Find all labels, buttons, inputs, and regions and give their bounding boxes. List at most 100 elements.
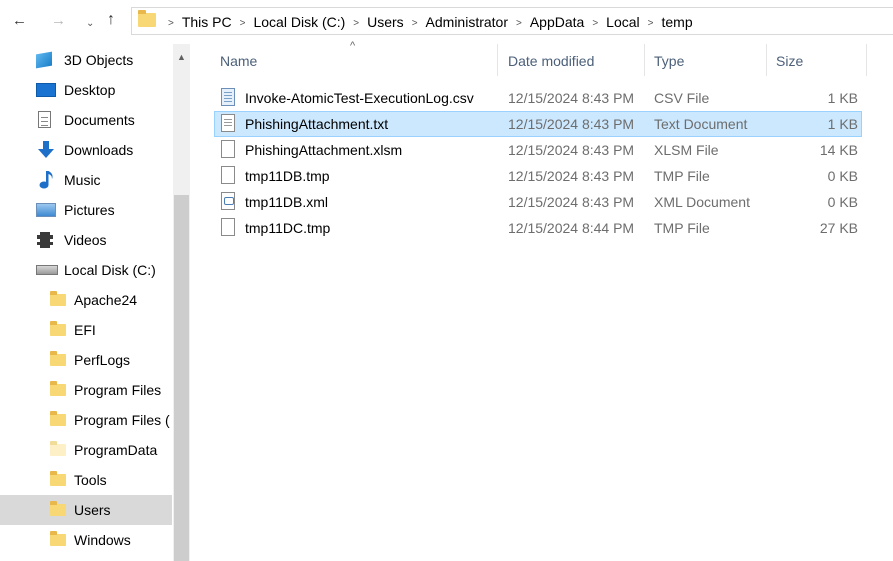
file-row[interactable]: tmp11DB.tmp 12/15/2024 8:43 PM TMP File … — [214, 163, 862, 189]
column-header-type[interactable]: Type — [654, 53, 684, 69]
file-row-selected[interactable]: PhishingAttachment.txt 12/15/2024 8:43 P… — [214, 111, 862, 137]
csv-file-icon — [221, 88, 235, 106]
file-type: TMP File — [654, 168, 710, 184]
nav-item-3d-objects[interactable]: 3D Objects — [0, 45, 172, 75]
file-name: PhishingAttachment.xlsm — [245, 142, 403, 158]
folder-icon — [50, 411, 66, 426]
blank-file-icon — [221, 218, 235, 236]
breadcrumb-this-pc[interactable]: This PC — [182, 13, 232, 31]
nav-item-label: 3D Objects — [64, 52, 134, 68]
sort-ascending-icon: ^ — [350, 40, 356, 52]
column-header-date-modified[interactable]: Date modified — [508, 53, 594, 69]
nav-item-users[interactable]: Users — [0, 495, 172, 525]
nav-item-apache24[interactable]: Apache24 — [0, 285, 172, 315]
breadcrumb-separator-icon[interactable]: > — [240, 15, 246, 33]
breadcrumb-users[interactable]: Users — [367, 13, 404, 31]
breadcrumb-separator-icon[interactable]: > — [412, 15, 418, 33]
file-size: 0 KB — [827, 168, 858, 184]
nav-item-program-files-x86[interactable]: Program Files ( — [0, 405, 172, 435]
folder-icon — [50, 501, 66, 516]
breadcrumb-appdata[interactable]: AppData — [530, 13, 584, 31]
file-row[interactable]: PhishingAttachment.xlsm 12/15/2024 8:43 … — [214, 137, 862, 163]
3d-objects-icon — [36, 51, 52, 69]
file-size: 1 KB — [827, 90, 858, 106]
nav-item-perflogs[interactable]: PerfLogs — [0, 345, 172, 375]
file-date-modified: 12/15/2024 8:43 PM — [508, 194, 635, 210]
folder-icon — [50, 351, 66, 366]
nav-item-label: Tools — [74, 472, 107, 488]
breadcrumb-local-disk[interactable]: Local Disk (C:) — [253, 13, 345, 31]
nav-item-programdata[interactable]: ProgramData — [0, 435, 172, 465]
file-size: 0 KB — [827, 194, 858, 210]
breadcrumb-administrator[interactable]: Administrator — [426, 13, 508, 31]
nav-item-windows[interactable]: Windows — [0, 525, 172, 555]
file-name: tmp11DB.tmp — [245, 168, 330, 184]
column-divider[interactable] — [766, 44, 767, 76]
file-row[interactable]: tmp11DB.xml 12/15/2024 8:43 PM XML Docum… — [214, 189, 862, 215]
nav-item-label: Program Files — [74, 382, 162, 398]
breadcrumb: > This PC > Local Disk (C:) > Users > Administr… — [160, 13, 693, 33]
breadcrumb-local[interactable]: Local — [606, 13, 639, 31]
nav-item-label: Music — [64, 172, 101, 188]
address-bar[interactable]: > This PC > Local Disk (C:) > Users > Administr… — [131, 7, 893, 35]
nav-item-label: Pictures — [64, 202, 115, 218]
folder-icon — [50, 531, 66, 546]
file-type: Text Document — [654, 116, 748, 132]
file-type: XML Document — [654, 194, 750, 210]
file-type: TMP File — [654, 220, 710, 236]
documents-icon — [38, 111, 51, 128]
pictures-icon — [36, 203, 56, 217]
nav-item-desktop[interactable]: Desktop — [0, 75, 172, 105]
nav-item-label: ProgramData — [74, 442, 158, 458]
nav-item-label: Desktop — [64, 82, 116, 98]
nav-item-label: Local Disk (C:) — [64, 262, 156, 278]
forward-arrow-icon[interactable]: → — [51, 12, 66, 30]
scrollbar-thumb[interactable] — [174, 195, 189, 561]
file-type: XLSM File — [654, 142, 719, 158]
nav-item-music[interactable]: Music — [0, 165, 172, 195]
scroll-up-arrow-icon[interactable]: ▲ — [173, 52, 190, 62]
column-header-name[interactable]: Name — [220, 53, 257, 69]
folder-icon — [50, 291, 66, 306]
breadcrumb-separator-icon[interactable]: > — [353, 15, 359, 33]
breadcrumb-temp[interactable]: temp — [661, 13, 692, 31]
nav-item-label: Program Files ( — [74, 412, 170, 428]
file-date-modified: 12/15/2024 8:44 PM — [508, 220, 635, 236]
file-row[interactable]: tmp11DC.tmp 12/15/2024 8:44 PM TMP File … — [214, 215, 862, 241]
nav-item-downloads[interactable]: Downloads — [0, 135, 172, 165]
nav-item-label: Users — [74, 502, 111, 518]
breadcrumb-separator-icon[interactable]: > — [168, 15, 174, 33]
column-divider[interactable] — [644, 44, 645, 76]
folder-icon — [138, 10, 156, 27]
nav-item-local-disk[interactable]: Local Disk (C:) — [0, 255, 172, 285]
file-date-modified: 12/15/2024 8:43 PM — [508, 168, 635, 184]
file-size: 1 KB — [827, 116, 858, 132]
nav-item-pictures[interactable]: Pictures — [0, 195, 172, 225]
nav-pane-scrollbar[interactable]: ▲ — [173, 44, 190, 561]
blank-file-icon — [221, 166, 235, 184]
breadcrumb-separator-icon[interactable]: > — [592, 15, 598, 33]
file-date-modified: 12/15/2024 8:43 PM — [508, 142, 635, 158]
up-arrow-icon[interactable]: ↑ — [107, 11, 115, 29]
column-header-size[interactable]: Size — [776, 53, 803, 69]
nav-item-label: EFI — [74, 322, 96, 338]
file-name: tmp11DC.tmp — [245, 220, 331, 236]
file-type: CSV File — [654, 90, 710, 106]
column-divider[interactable] — [497, 44, 498, 76]
recent-locations-chevron-icon[interactable]: ⌄ — [86, 15, 94, 33]
nav-item-tools[interactable]: Tools — [0, 465, 172, 495]
breadcrumb-separator-icon[interactable]: > — [516, 15, 522, 33]
nav-item-documents[interactable]: Documents — [0, 105, 172, 135]
back-arrow-icon[interactable]: ← — [12, 12, 27, 30]
breadcrumb-separator-icon[interactable]: > — [648, 15, 654, 33]
column-header-row: ^ Name Date modified Type Size — [200, 40, 893, 78]
nav-item-label: Windows — [74, 532, 131, 548]
nav-item-videos[interactable]: Videos — [0, 225, 172, 255]
nav-item-label: PerfLogs — [74, 352, 131, 368]
nav-item-efi[interactable]: EFI — [0, 315, 172, 345]
column-divider[interactable] — [866, 44, 867, 76]
videos-icon — [37, 232, 53, 248]
file-row[interactable]: Invoke-AtomicTest-ExecutionLog.csv 12/15… — [214, 85, 862, 111]
nav-item-program-files[interactable]: Program Files — [0, 375, 172, 405]
nav-item-label: Videos — [64, 232, 107, 248]
